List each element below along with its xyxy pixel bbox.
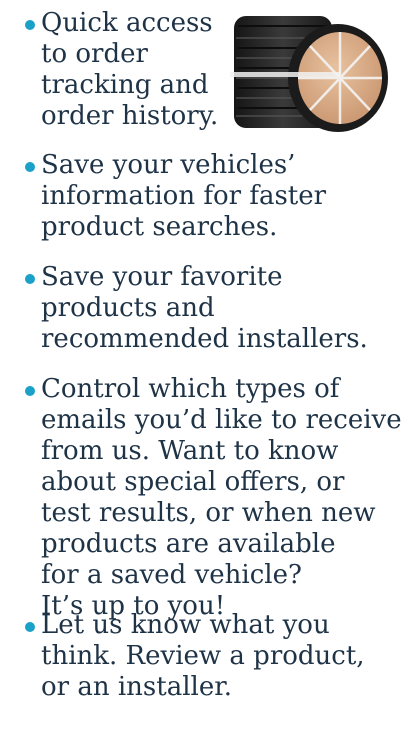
- bullet-dot: [25, 274, 35, 284]
- benefit-text: Control which types of emails you’d like…: [41, 374, 402, 621]
- bullet-dot: [25, 20, 35, 30]
- stacked-tires-image: [230, 16, 388, 132]
- benefit-text: Save your favorite products and recommen…: [41, 262, 368, 354]
- benefit-email-preferences: Control which types of emails you’d like…: [0, 374, 404, 622]
- benefit-text: Quick access to order tracking and order…: [41, 8, 219, 131]
- bullet-dot: [25, 162, 35, 172]
- benefit-save-favorites: Save your favorite products and recommen…: [0, 262, 404, 355]
- benefit-order-tracking: Quick access to order tracking and order…: [0, 8, 220, 132]
- benefit-reviews: Let us know what you think. Review a pro…: [0, 610, 404, 703]
- benefit-text: Save your vehicles’ information for fast…: [41, 150, 327, 242]
- account-benefits: Quick access to order tracking and order…: [0, 0, 404, 730]
- bullet-dot: [25, 622, 35, 632]
- benefit-text: Let us know what you think. Review a pro…: [41, 610, 365, 702]
- benefit-save-vehicles: Save your vehicles’ information for fast…: [0, 150, 404, 243]
- bullet-dot: [25, 386, 35, 396]
